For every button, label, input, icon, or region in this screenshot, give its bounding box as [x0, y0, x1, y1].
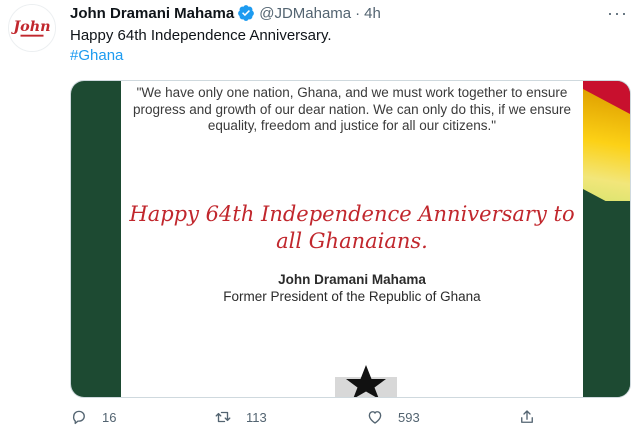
like-count: 593	[398, 409, 420, 425]
separator-dot: ·	[355, 4, 361, 22]
tweet-text: Happy 64th Independence Anniversary.	[70, 27, 332, 44]
retweet-icon	[215, 411, 231, 423]
retweet-button[interactable]: 113	[214, 408, 267, 426]
svg-text:John: John	[10, 19, 50, 35]
heart-icon	[368, 411, 382, 424]
retweet-count: 113	[246, 409, 267, 425]
message-card: "We have only one nation, Ghana, and we …	[121, 81, 583, 397]
reply-button[interactable]: 16	[70, 408, 116, 426]
share-icon	[521, 410, 533, 423]
signature-name: John Dramani Mahama	[278, 272, 426, 287]
greeting-text: Happy 64th Independence Anniversary to a…	[129, 202, 575, 253]
share-button[interactable]	[518, 408, 536, 426]
black-star-icon	[331, 363, 401, 397]
signature-title: Former President of the Republic of Ghan…	[223, 289, 481, 304]
avatar[interactable]: John	[8, 4, 56, 52]
john-logo-icon: John	[9, 5, 55, 51]
like-button[interactable]: 593	[366, 408, 420, 426]
author-name[interactable]: John Dramani Mahama	[70, 5, 234, 22]
more-options-button[interactable]: ···	[607, 4, 628, 22]
author-handle[interactable]: @JDMahama	[259, 5, 351, 22]
tweet-media-image[interactable]: "We have only one nation, Ghana, and we …	[70, 80, 631, 398]
reply-count: 16	[102, 409, 117, 425]
flag-stripe-right	[583, 81, 630, 397]
green-border-left	[71, 81, 121, 397]
tweet-header: John Dramani Mahama @JDMahama · 4h	[70, 3, 381, 23]
tweet-timestamp[interactable]: 4h	[364, 5, 381, 22]
hashtag-link[interactable]: #Ghana	[70, 46, 123, 66]
tweet-actions: 16 113 593	[70, 408, 631, 428]
verified-badge-icon	[238, 5, 255, 21]
quote-text: "We have only one nation, Ghana, and we …	[133, 85, 571, 133]
reply-icon	[72, 410, 85, 425]
